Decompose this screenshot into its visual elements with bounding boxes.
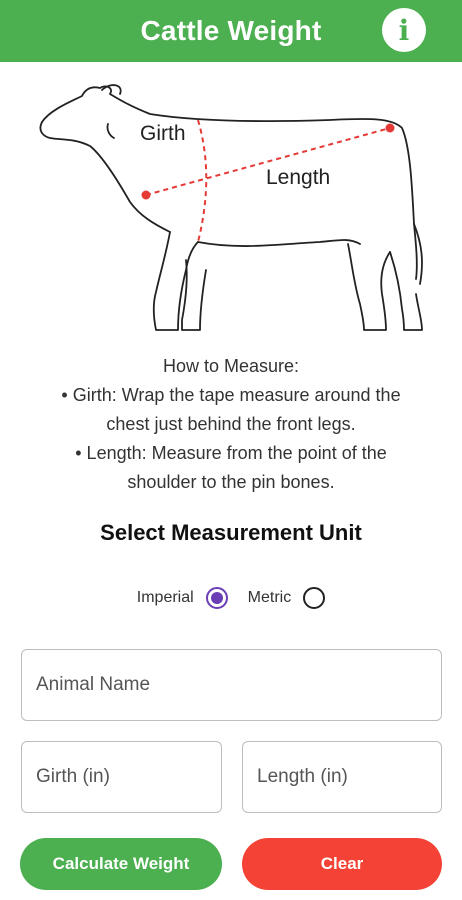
instruction-line: shoulder to the pin bones. bbox=[127, 472, 335, 492]
info-button[interactable]: i bbox=[382, 8, 426, 52]
shoulder-point-marker bbox=[141, 190, 151, 200]
cattle-illustration: Girth Length bbox=[39, 84, 423, 331]
calculate-weight-button[interactable]: Calculate Weight bbox=[20, 838, 222, 890]
length-field[interactable] bbox=[242, 741, 442, 813]
girth-input[interactable] bbox=[22, 742, 221, 812]
unit-selector: Imperial Metric bbox=[0, 582, 462, 614]
metric-label: Metric bbox=[247, 589, 292, 606]
app-title: Cattle Weight bbox=[140, 15, 322, 46]
girth-label: Girth bbox=[140, 122, 186, 145]
metric-radio[interactable] bbox=[303, 587, 326, 609]
imperial-label: Imperial bbox=[136, 589, 194, 606]
imperial-radio[interactable] bbox=[205, 587, 228, 609]
animal-name-field[interactable] bbox=[21, 649, 442, 721]
instruction-line: • Girth: Wrap the tape measure around th… bbox=[61, 385, 401, 405]
length-label: Length bbox=[266, 166, 330, 189]
clear-button[interactable]: Clear bbox=[242, 838, 442, 890]
animal-name-input[interactable] bbox=[22, 650, 441, 720]
info-icon: i bbox=[398, 13, 410, 47]
girth-field[interactable] bbox=[21, 741, 222, 813]
instruction-line: chest just behind the front legs. bbox=[106, 414, 356, 434]
app-bar: Cattle Weight i bbox=[0, 0, 462, 62]
length-input[interactable] bbox=[243, 742, 441, 812]
pin-bone-point-marker bbox=[385, 123, 395, 133]
instruction-line: • Length: Measure from the point of the bbox=[75, 443, 387, 463]
measurement-instructions: How to Measure: • Girth: Wrap the tape m… bbox=[0, 352, 462, 497]
cattle-outline bbox=[41, 85, 418, 280]
instructions-heading: How to Measure: bbox=[162, 356, 300, 376]
unit-section-title: Select Measurement Unit bbox=[100, 520, 362, 545]
